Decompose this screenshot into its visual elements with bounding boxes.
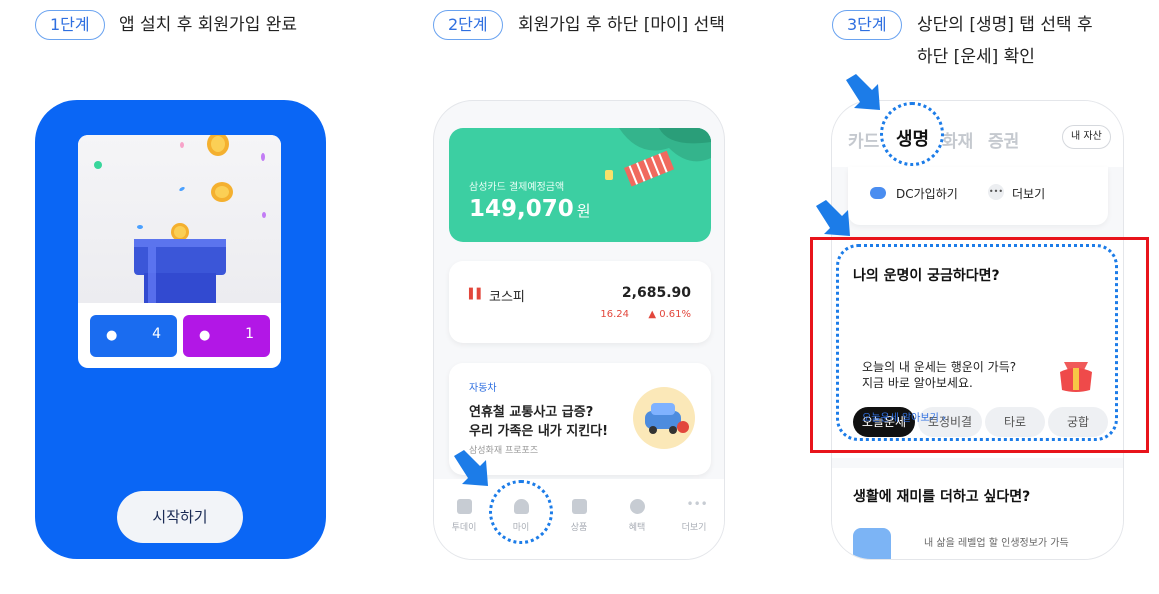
info-thumbnail bbox=[853, 528, 891, 559]
stock-chart-icon: ▌▌ bbox=[469, 289, 485, 300]
pointer-arrow-icon bbox=[846, 74, 880, 110]
point-count: 4 bbox=[152, 326, 161, 342]
tab-products[interactable]: 상품 bbox=[551, 499, 607, 533]
tree-illustration bbox=[605, 128, 711, 187]
step2-badge: 2단계 bbox=[433, 10, 503, 40]
red-highlight-box bbox=[810, 237, 1149, 453]
benefit-icon bbox=[629, 499, 645, 514]
step3-text: 상단의 [생명] 탭 선택 후 bbox=[917, 15, 1093, 35]
product-icon bbox=[571, 499, 587, 514]
ticket-count: 1 bbox=[245, 326, 254, 342]
step1-badge: 1단계 bbox=[35, 10, 105, 40]
tab-more[interactable]: ••• 더보기 bbox=[666, 497, 722, 533]
highlight-my-tab bbox=[489, 480, 553, 544]
reward-card: ● 4 ● 1 bbox=[78, 135, 281, 368]
start-button[interactable]: 시작하기 bbox=[117, 491, 243, 543]
tab-today[interactable]: 투데이 bbox=[436, 499, 492, 533]
tab-benefits[interactable]: 혜택 bbox=[609, 499, 665, 533]
step3-badge: 3단계 bbox=[832, 10, 902, 40]
more-link[interactable]: 더보기 bbox=[1012, 185, 1045, 202]
kospi-value: 2,685.90 bbox=[621, 285, 691, 301]
kospi-label: 코스피 bbox=[489, 290, 525, 305]
car-illustration bbox=[633, 387, 695, 449]
tab-securities[interactable]: 증권 bbox=[988, 127, 1019, 152]
promo-title-1: 연휴철 교통사고 급증? bbox=[469, 405, 594, 420]
dc-icon bbox=[870, 187, 886, 199]
today-icon bbox=[456, 499, 472, 514]
tab-card[interactable]: 카드 bbox=[848, 127, 879, 152]
promo-tag: 자동차 bbox=[469, 383, 497, 394]
kospi-change: 16.24 bbox=[600, 309, 629, 320]
ticket-button[interactable]: ● 1 bbox=[183, 315, 270, 357]
more-dots-icon: ••• bbox=[988, 184, 1004, 200]
fun-line-1: 내 삶을 레벨업 할 인생정보가 가득 bbox=[924, 538, 1069, 549]
coin-pipe-illustration bbox=[78, 135, 281, 303]
kospi-change-pct: ▲ 0.61% bbox=[648, 309, 691, 320]
step2-text: 회원가입 후 하단 [마이] 선택 bbox=[518, 15, 725, 35]
payment-label: 삼성카드 결제예정금액 bbox=[469, 182, 565, 193]
step3-text-2: 하단 [운세] 확인 bbox=[917, 47, 1035, 67]
tab-fire[interactable]: 화재 bbox=[942, 127, 973, 152]
quick-menu-card: DC가입하기 ••• 더보기 bbox=[848, 167, 1108, 225]
more-dots-icon: ••• bbox=[686, 497, 708, 511]
payment-unit: 원 bbox=[576, 202, 591, 220]
phone-mockup-1: ● 4 ● 1 시작하기 bbox=[35, 100, 326, 559]
coin-icon: ● bbox=[106, 328, 118, 343]
ticket-icon: ● bbox=[199, 328, 211, 343]
pointer-arrow-icon bbox=[454, 450, 488, 486]
highlight-life-tab bbox=[880, 102, 944, 166]
point-button[interactable]: ● 4 bbox=[90, 315, 177, 357]
my-assets-button[interactable]: 내 자산 bbox=[1062, 125, 1111, 149]
promo-title-2: 우리 가족은 내가 지킨다! bbox=[469, 424, 609, 439]
dc-join-link[interactable]: DC가입하기 bbox=[896, 185, 958, 202]
fun-title: 생활에 재미를 더하고 싶다면? bbox=[853, 489, 1031, 505]
kospi-card[interactable]: ▌▌ 코스피 2,685.90 16.24 ▲ 0.61% bbox=[449, 261, 711, 343]
step1-text: 앱 설치 후 회원가입 완료 bbox=[119, 15, 298, 35]
payment-card[interactable]: 삼성카드 결제예정금액 149,070 원 bbox=[449, 128, 711, 242]
payment-amount: 149,070 bbox=[469, 196, 574, 222]
